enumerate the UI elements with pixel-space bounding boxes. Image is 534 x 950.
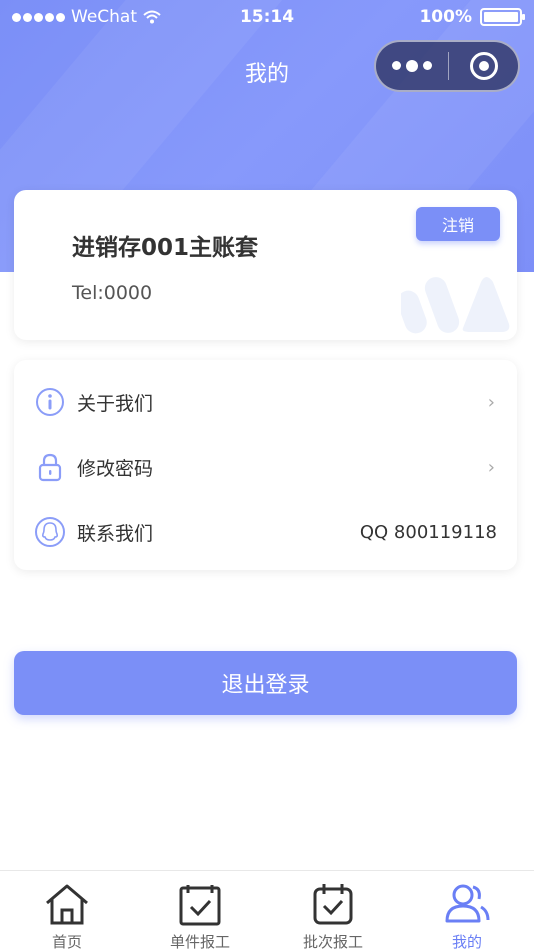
battery-icon — [480, 8, 525, 26]
chevron-right-icon: › — [487, 456, 495, 478]
account-name: 进销存001主账套 — [72, 235, 259, 261]
tab-label: 我的 — [451, 933, 482, 950]
logo-watermark-icon — [401, 277, 510, 334]
menu-item-contact[interactable]: 联系我们 QQ 800119118 — [14, 499, 517, 565]
info-icon — [34, 386, 66, 418]
menu-item-about[interactable]: 关于我们 › — [14, 369, 517, 435]
account-tel: Tel:0000 — [72, 282, 153, 304]
status-bar: WeChat 15:14 100% — [0, 0, 534, 36]
menu-card: 关于我们 › 修改密码 › 联系我们 QQ 800119118 — [14, 360, 517, 570]
menu-item-label: 关于我们 — [77, 392, 154, 415]
chevron-right-icon: › — [487, 391, 495, 413]
menu-item-label: 联系我们 — [77, 522, 154, 545]
clipboard-check-icon — [179, 885, 221, 926]
mini-program-capsule — [374, 40, 520, 92]
calendar-check-icon — [313, 884, 353, 925]
target-icon — [469, 52, 498, 80]
logout-button[interactable]: 注销 — [416, 207, 500, 241]
lock-icon — [34, 451, 66, 483]
close-mini-program-button[interactable] — [449, 52, 518, 80]
tab-bar: 首页 单件报工 批次报工 我的 — [0, 870, 534, 950]
tab-home[interactable]: 首页 — [0, 871, 134, 950]
tab-label: 批次报工 — [302, 933, 363, 950]
contact-qq-value: QQ 800119118 — [359, 521, 497, 543]
more-icon[interactable] — [376, 59, 448, 72]
menu-item-change-password[interactable]: 修改密码 › — [14, 434, 517, 500]
qq-icon — [34, 516, 66, 548]
tab-label: 首页 — [51, 933, 82, 950]
battery-percent: 100% — [419, 7, 472, 27]
tab-single-report[interactable]: 单件报工 — [133, 871, 267, 950]
tab-mine[interactable]: 我的 — [400, 871, 534, 950]
tab-label: 单件报工 — [169, 933, 230, 950]
home-icon — [46, 884, 88, 925]
users-icon — [445, 884, 490, 923]
exit-login-button[interactable]: 退出登录 — [14, 651, 517, 715]
menu-item-label: 修改密码 — [77, 457, 154, 480]
status-battery: 100% — [419, 7, 525, 27]
user-card: 进销存001主账套 Tel:0000 注销 — [14, 190, 517, 340]
tab-batch-report[interactable]: 批次报工 — [266, 871, 400, 950]
